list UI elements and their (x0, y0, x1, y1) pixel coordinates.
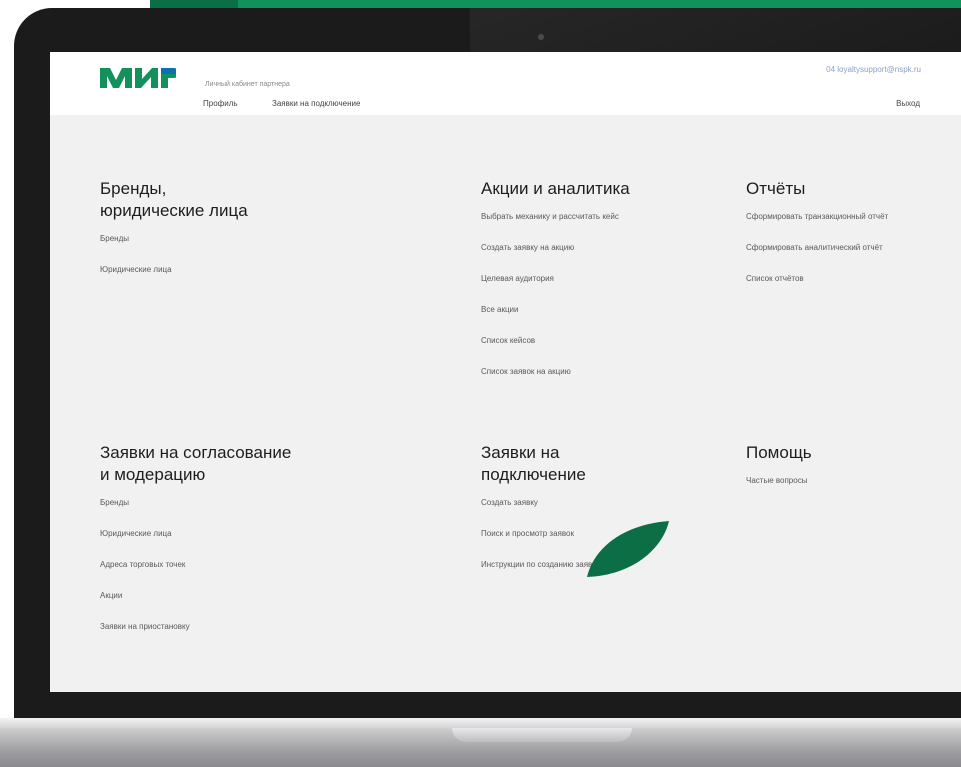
support-email[interactable]: 04 loyaltysupport@nspk.ru (826, 65, 921, 74)
cabinet-label: Личный кабинет партнера (205, 81, 290, 88)
menu-item-legal-entities[interactable]: Юридические лица (100, 265, 248, 296)
mir-logo[interactable] (100, 68, 179, 93)
menu-item-brands[interactable]: Бренды (100, 234, 248, 265)
menu-item-transaction-report[interactable]: Сформировать транзакционный отчёт (746, 212, 888, 243)
menu-item-all-promotions[interactable]: Все акции (481, 305, 630, 336)
leaf-decoration (585, 521, 669, 582)
bezel-reflection (470, 8, 961, 56)
section-moderation-requests: Заявки на согласование и модерацию Бренды… (100, 442, 291, 653)
mir-logo-icon (100, 68, 179, 88)
logout-link[interactable]: Выход (896, 99, 920, 108)
menu-item-suspension-requests[interactable]: Заявки на приостановку (100, 622, 291, 653)
menu-item-choose-mechanic[interactable]: Выбрать механику и рассчитать кейс (481, 212, 630, 243)
nav-profile[interactable]: Профиль (203, 99, 238, 108)
section-reports: Отчёты Сформировать транзакционный отчёт… (746, 178, 888, 305)
section-help: Помощь Частые вопросы (746, 442, 812, 507)
menu-item-faq[interactable]: Частые вопросы (746, 476, 812, 507)
section-connection-requests: Заявки на подключение Создать заявку Поис… (481, 442, 600, 591)
nav-connection-requests[interactable]: Заявки на подключение (272, 99, 360, 108)
menu-item-promo-requests-list[interactable]: Список заявок на акцию (481, 367, 630, 398)
menu-item-brands[interactable]: Бренды (100, 498, 291, 529)
menu-item-analytics-report[interactable]: Сформировать аналитический отчёт (746, 243, 888, 274)
section-title: Заявки на подключение (481, 443, 586, 484)
section-title: Отчёты (746, 179, 806, 198)
menu-item-legal-entities[interactable]: Юридические лица (100, 529, 291, 560)
menu-item-target-audience[interactable]: Целевая аудитория (481, 274, 630, 305)
section-title: Бренды, юридические лица (100, 179, 248, 220)
menu-item-case-list[interactable]: Список кейсов (481, 336, 630, 367)
menu-item-create-promo-request[interactable]: Создать заявку на акцию (481, 243, 630, 274)
menu-item-request-instructions[interactable]: Инструкции по созданию заявки (481, 560, 600, 591)
laptop-screen: Личный кабинет партнера Профиль Заявки н… (50, 52, 961, 692)
section-title: Акции и аналитика (481, 179, 630, 198)
menu-item-promotions[interactable]: Акции (100, 591, 291, 622)
section-brands: Бренды, юридические лица Бренды Юридическ… (100, 178, 248, 296)
section-title: Заявки на согласование и модерацию (100, 443, 292, 484)
top-accent-bar (150, 0, 961, 8)
menu-item-search-requests[interactable]: Поиск и просмотр заявок (481, 529, 600, 560)
top-accent-bar-dark (150, 0, 238, 8)
menu-item-report-list[interactable]: Список отчётов (746, 274, 888, 305)
laptop-lid-notch (452, 728, 632, 742)
camera-icon (538, 34, 544, 40)
section-title: Помощь (746, 443, 812, 462)
section-promotions-analytics: Акции и аналитика Выбрать механику и рас… (481, 178, 630, 398)
laptop-base-edge (0, 718, 961, 728)
menu-item-store-addresses[interactable]: Адреса торговых точек (100, 560, 291, 591)
site-header: Личный кабинет партнера Профиль Заявки н… (50, 52, 961, 115)
menu-item-create-request[interactable]: Создать заявку (481, 498, 600, 529)
